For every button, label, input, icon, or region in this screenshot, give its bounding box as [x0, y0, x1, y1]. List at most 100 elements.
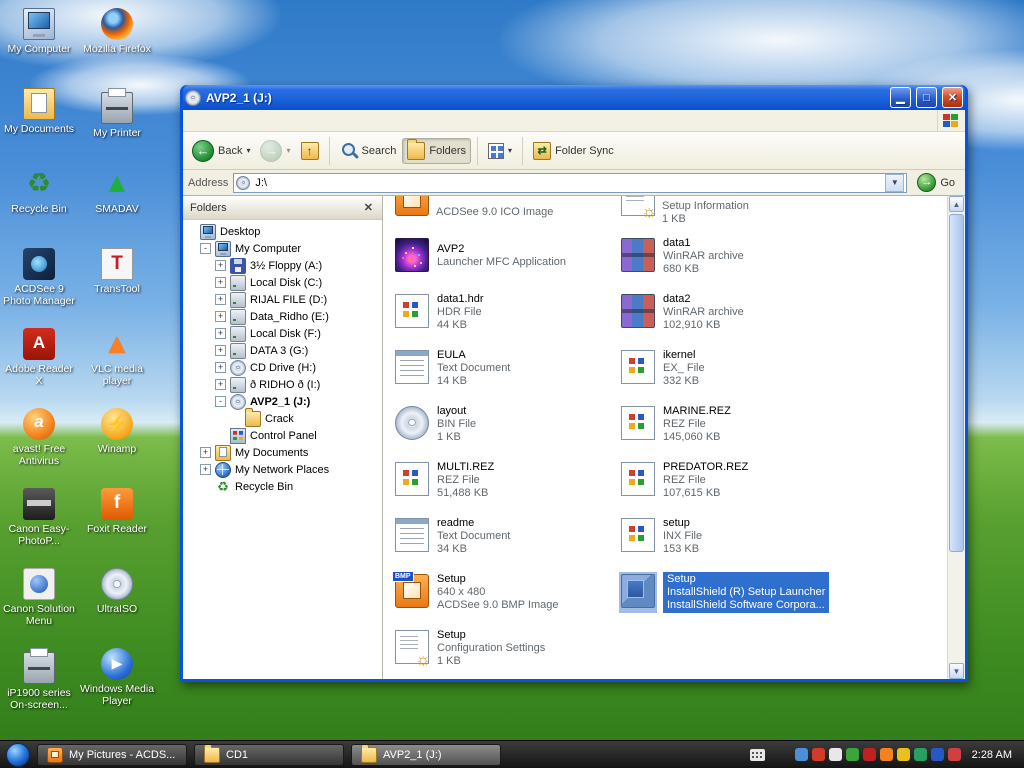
- tree-expander[interactable]: +: [215, 260, 226, 271]
- tray-icon[interactable]: [862, 748, 876, 761]
- menu-item[interactable]: [265, 119, 281, 123]
- tree-item[interactable]: + CD Drive (H:): [183, 359, 382, 376]
- desktop-icon[interactable]: avast! Free Antivirus: [1, 402, 77, 482]
- tree-item[interactable]: + DATA 3 (G:): [183, 342, 382, 359]
- file-tile[interactable]: Setup 640 x 480 ACDSee 9.0 BMP Image: [392, 564, 619, 620]
- tree-expander[interactable]: +: [215, 379, 226, 390]
- desktop-icon[interactable]: Windows Media Player: [79, 642, 155, 722]
- taskbar-button[interactable]: CD1: [194, 743, 344, 766]
- vertical-scrollbar[interactable]: ▲ ▼: [947, 196, 965, 679]
- file-tile[interactable]: layout BIN File 1 KB: [393, 396, 619, 452]
- desktop-icon[interactable]: VLC media player: [79, 322, 155, 402]
- tray-icon[interactable]: [794, 748, 808, 761]
- tree-expander[interactable]: -: [200, 243, 211, 254]
- scroll-down-button[interactable]: ▼: [949, 663, 964, 679]
- tree-item[interactable]: + Local Disk (C:): [183, 274, 382, 291]
- desktop-icon[interactable]: ACDSee 9 Photo Manager: [1, 242, 77, 322]
- file-tile[interactable]: ikernel EX_ File 332 KB: [619, 340, 869, 396]
- forward-button[interactable]: ▾: [256, 137, 294, 165]
- views-dropdown-arrow[interactable]: ▾: [508, 146, 512, 155]
- tray-icon[interactable]: [879, 748, 893, 761]
- start-button[interactable]: [6, 742, 30, 767]
- folders-pane-close-icon[interactable]: ✕: [362, 201, 375, 214]
- keyboard-language-icon[interactable]: [749, 748, 765, 761]
- desktop-icon[interactable]: Recycle Bin: [1, 162, 77, 242]
- file-tile[interactable]: PREDATOR.REZ REZ File 107,615 KB: [619, 452, 869, 508]
- folder-sync-button[interactable]: Folder Sync: [529, 139, 618, 163]
- desktop-icon[interactable]: My Documents: [1, 82, 77, 162]
- tree-expander[interactable]: +: [200, 447, 211, 458]
- forward-dropdown-arrow[interactable]: ▾: [286, 146, 290, 155]
- tray-icon[interactable]: [930, 748, 944, 761]
- menu-item[interactable]: [233, 119, 249, 123]
- tree-item[interactable]: + My Documents: [183, 444, 382, 461]
- tray-icon[interactable]: [828, 748, 842, 761]
- file-tile[interactable]: EULA Text Document 14 KB: [393, 340, 619, 396]
- minimize-button[interactable]: ▁: [890, 87, 911, 108]
- up-button[interactable]: [297, 139, 323, 163]
- desktop-icon[interactable]: TransTool: [79, 242, 155, 322]
- tree-item[interactable]: + My Network Places: [183, 461, 382, 478]
- file-tile[interactable]: MARINE.REZ REZ File 145,060 KB: [619, 396, 869, 452]
- tree-item[interactable]: Recycle Bin: [183, 478, 382, 495]
- address-input[interactable]: J:\ ▼: [233, 172, 908, 193]
- back-dropdown-arrow[interactable]: ▾: [246, 146, 250, 155]
- search-button[interactable]: Search: [336, 139, 401, 163]
- back-button[interactable]: Back ▾: [188, 137, 254, 165]
- scrollbar-thumb[interactable]: [949, 214, 964, 553]
- file-tile[interactable]: data1 WinRAR archive 680 KB: [619, 228, 869, 284]
- desktop-icon[interactable]: Canon Solution Menu: [1, 562, 77, 642]
- file-tile[interactable]: MULTI.REZ REZ File 51,488 KB: [393, 452, 619, 508]
- tree-item[interactable]: + Data_Ridho (E:): [183, 308, 382, 325]
- tray-icon[interactable]: [913, 748, 927, 761]
- desktop-icon[interactable]: Winamp: [79, 402, 155, 482]
- tree-expander[interactable]: -: [215, 396, 226, 407]
- file-tile[interactable]: AVP2 Launcher MFC Application: [393, 228, 619, 284]
- desktop-icon[interactable]: My Computer: [1, 2, 77, 82]
- tree-expander[interactable]: +: [215, 294, 226, 305]
- tree-expander[interactable]: +: [215, 362, 226, 373]
- tree-item[interactable]: + ð RIDHO ð (I:): [183, 376, 382, 393]
- views-button[interactable]: ▾: [484, 140, 516, 162]
- tree-item[interactable]: Desktop: [183, 223, 382, 240]
- desktop-icon[interactable]: UltraISO: [79, 562, 155, 642]
- tree-expander[interactable]: +: [215, 311, 226, 322]
- tree-item[interactable]: Crack: [183, 407, 382, 427]
- tree-item[interactable]: + 3½ Floppy (A:): [183, 257, 382, 274]
- desktop-icon[interactable]: Canon Easy-PhotoP...: [1, 482, 77, 562]
- desktop-icon[interactable]: Adobe Reader X: [1, 322, 77, 402]
- file-tile[interactable]: readme Text Document 34 KB: [393, 508, 619, 564]
- tree-item[interactable]: + RIJAL FILE (D:): [183, 291, 382, 308]
- close-button[interactable]: ✕: [942, 87, 963, 108]
- address-dropdown-button[interactable]: ▼: [885, 173, 905, 192]
- tree-expander[interactable]: +: [215, 328, 226, 339]
- taskbar-button[interactable]: My Pictures - ACDS...: [37, 743, 187, 766]
- menu-item[interactable]: [217, 119, 233, 123]
- desktop-icon[interactable]: Foxit Reader: [79, 482, 155, 562]
- tree-item[interactable]: Control Panel: [183, 427, 382, 444]
- file-tile[interactable]: Setup InstallShield (R) Setup Launcher I…: [619, 564, 869, 620]
- menu-item[interactable]: [249, 119, 265, 123]
- tray-icon[interactable]: [947, 748, 961, 761]
- file-tile[interactable]: setup INX File 153 KB: [619, 508, 869, 564]
- file-tile[interactable]: data2 WinRAR archive 102,910 KB: [619, 284, 869, 340]
- go-button[interactable]: → Go: [912, 172, 960, 193]
- file-tile[interactable]: data1.hdr HDR File 44 KB: [393, 284, 619, 340]
- desktop-icon[interactable]: My Printer: [79, 82, 155, 162]
- desktop-icon[interactable]: SMADAV: [79, 162, 155, 242]
- menu-item[interactable]: [185, 119, 201, 123]
- maximize-button[interactable]: □: [916, 87, 937, 108]
- tree-expander[interactable]: +: [215, 345, 226, 356]
- menu-item[interactable]: [201, 119, 217, 123]
- tray-icon[interactable]: [811, 748, 825, 761]
- title-bar[interactable]: AVP2_1 (J:) ▁ □ ✕: [183, 85, 965, 110]
- taskbar-button[interactable]: AVP2_1 (J:): [351, 743, 501, 766]
- tree-item[interactable]: - AVP2_1 (J:): [183, 393, 382, 410]
- tree-expander[interactable]: +: [200, 464, 211, 475]
- tray-icon[interactable]: [896, 748, 910, 761]
- desktop-icon[interactable]: iP1900 series On-screen...: [1, 642, 77, 722]
- tree-item[interactable]: - My Computer: [183, 240, 382, 257]
- folders-button[interactable]: Folders: [402, 137, 472, 164]
- scroll-up-button[interactable]: ▲: [949, 196, 964, 212]
- file-tile-partial[interactable]: ACDSee 9.0 ICO Image: [393, 196, 619, 228]
